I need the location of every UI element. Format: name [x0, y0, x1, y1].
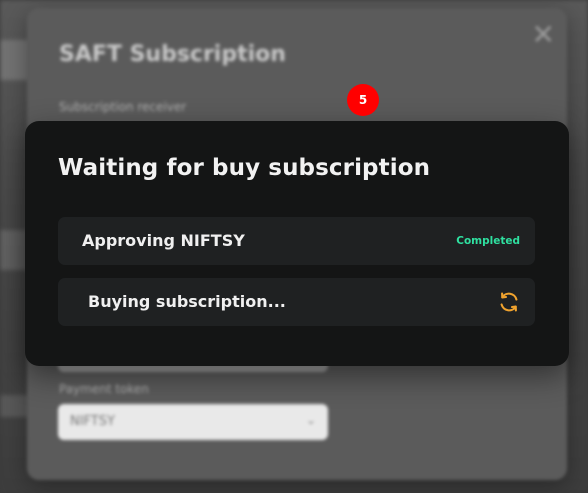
step-row-buy: Buying subscription... [58, 278, 535, 326]
payment-token-label: Payment token [59, 382, 149, 396]
chevron-down-icon: ⌄ [305, 413, 316, 427]
background-strip [0, 395, 30, 417]
modal-title: SAFT Subscription [59, 42, 286, 67]
step-label: Buying subscription... [88, 292, 286, 311]
step-label: Approving NIFTSY [82, 231, 245, 250]
dialog-title: Waiting for buy subscription [58, 155, 431, 181]
background-strip [0, 40, 30, 80]
refresh-spinner-icon [500, 292, 518, 312]
waiting-dialog: Waiting for buy subscription Approving N… [25, 121, 569, 366]
payment-token-select[interactable]: NIFTSY ⌄ [58, 404, 328, 440]
step-badge: 5 [347, 84, 379, 116]
subscription-receiver-label: Subscription receiver [59, 100, 187, 114]
payment-token-value: NIFTSY [70, 414, 115, 429]
status-badge: Completed [456, 235, 520, 247]
step-row-approve: Approving NIFTSY Completed [58, 217, 535, 265]
close-icon[interactable]: ✕ [532, 18, 555, 51]
